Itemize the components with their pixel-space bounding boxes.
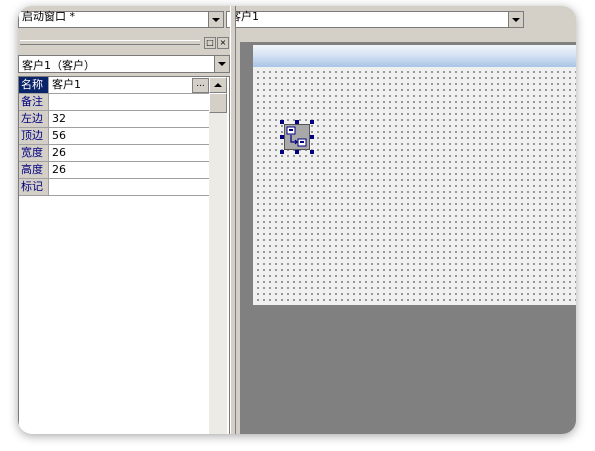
window-frame: 启动窗口 * 客户1 □ × 客户1（客户） 名称 客户1 ... 备注 左边 … (18, 6, 576, 434)
workspace-top-strip (240, 32, 576, 42)
form-canvas[interactable] (253, 67, 576, 303)
property-row[interactable]: 顶边 56 (19, 128, 209, 145)
object-selector-top-combo[interactable]: 客户1 (226, 10, 524, 28)
property-name: 备注 (19, 94, 49, 110)
arrow-up-icon (214, 83, 222, 87)
pin-button[interactable]: □ (204, 37, 216, 49)
property-name: 标记 (19, 179, 49, 195)
property-value-input[interactable]: 26 (52, 145, 202, 161)
client-component[interactable] (284, 124, 310, 150)
resize-handle[interactable] (310, 150, 314, 154)
property-row[interactable]: 高度 26 (19, 162, 209, 179)
property-value-input[interactable]: 26 (52, 162, 202, 178)
scrollbar-thumb[interactable] (209, 93, 227, 113)
chevron-down-icon[interactable] (208, 12, 223, 27)
resize-handle[interactable] (280, 135, 284, 139)
property-row[interactable]: 标记 (19, 179, 209, 196)
resize-handle[interactable] (310, 120, 314, 124)
property-value-input[interactable] (52, 94, 202, 110)
property-name: 高度 (19, 162, 49, 178)
window-selector-value: 启动窗口 * (22, 10, 75, 23)
property-value-input[interactable]: 32 (52, 111, 202, 127)
chevron-down-icon[interactable] (508, 12, 523, 27)
resize-handle[interactable] (295, 150, 299, 154)
ellipsis-button[interactable]: ... (192, 78, 209, 93)
panel-title-bar: □ × (18, 35, 230, 49)
property-value-input[interactable]: 56 (52, 128, 202, 144)
resize-handle[interactable] (280, 150, 284, 154)
property-name: 顶边 (19, 128, 49, 144)
property-row[interactable]: 宽度 26 (19, 145, 209, 162)
property-row[interactable]: 名称 客户1 ... (19, 77, 209, 94)
panel-grip[interactable] (20, 40, 200, 45)
property-name: 左边 (19, 111, 49, 127)
property-name: 宽度 (19, 145, 49, 161)
scroll-up-button[interactable] (209, 77, 227, 93)
resize-handle[interactable] (295, 120, 299, 124)
panel-splitter[interactable] (230, 6, 236, 434)
design-form[interactable] (252, 44, 576, 306)
object-combo-value: 客户1（客户） (22, 59, 95, 72)
resize-handle[interactable] (280, 120, 284, 124)
close-button[interactable]: × (217, 37, 229, 49)
properties-panel: □ × 客户1（客户） 名称 客户1 ... 备注 左边 32 顶边 56 宽度… (18, 32, 230, 434)
chevron-down-icon[interactable] (214, 56, 229, 72)
property-row[interactable]: 备注 (19, 94, 209, 111)
property-row[interactable]: 左边 32 (19, 111, 209, 128)
object-combo[interactable]: 客户1（客户） (18, 55, 230, 73)
client-component-icon (286, 126, 307, 147)
form-title-bar[interactable] (253, 45, 576, 68)
vertical-scrollbar[interactable] (209, 77, 227, 434)
resize-handle[interactable] (310, 135, 314, 139)
window-selector-combo[interactable]: 启动窗口 * (18, 10, 224, 28)
property-value-input[interactable]: 客户1 (52, 77, 202, 93)
property-grid: 名称 客户1 ... 备注 左边 32 顶边 56 宽度 26 高度 26 标记 (18, 76, 230, 434)
property-name: 名称 (19, 77, 49, 93)
property-value-input[interactable] (52, 179, 202, 195)
